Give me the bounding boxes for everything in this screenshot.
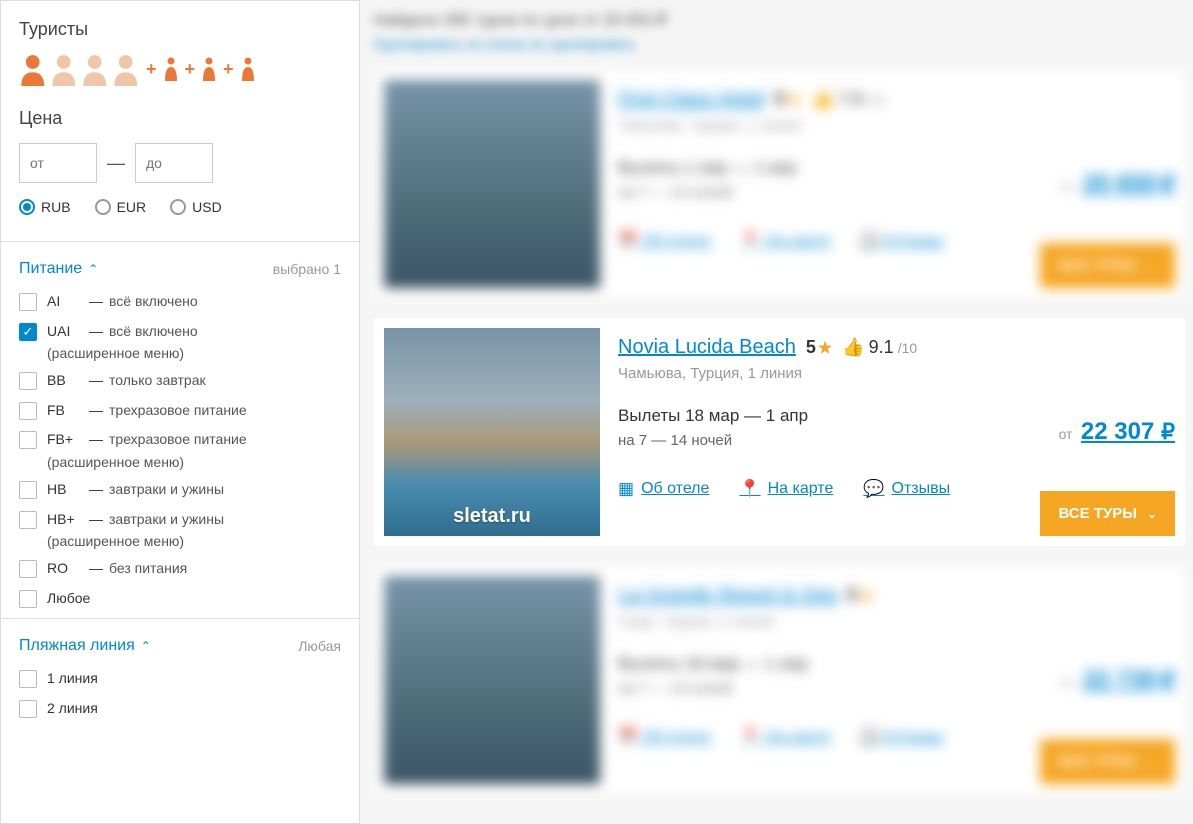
checkbox[interactable] — [19, 700, 37, 718]
price-range: — — [19, 143, 341, 183]
dash: — — [107, 153, 125, 174]
results-grouping: Группировать по отелю по группировать — [374, 36, 1185, 52]
chevron-down-icon: ⌄ — [1147, 507, 1157, 521]
checkbox[interactable] — [19, 293, 37, 311]
hotel-card-blurred: La Grande Resort & Spa5★ Сиде, Турция, 2… — [374, 566, 1185, 794]
meal-option[interactable]: BB—только завтрак — [19, 371, 341, 391]
beach-option[interactable]: 2 линия — [19, 699, 341, 719]
checkbox[interactable] — [19, 481, 37, 499]
hotel-card: sletat.ru Novia Lucida Beach 5★ 👍9.1/10 … — [374, 318, 1185, 546]
hotel-card-blurred: First Class Hotel5★👍7.8/10 Чамьюва, Турц… — [374, 70, 1185, 298]
watermark: sletat.ru — [384, 505, 600, 528]
adult-icon[interactable] — [19, 54, 47, 86]
child-icon[interactable] — [201, 57, 217, 86]
checkbox[interactable] — [19, 511, 37, 529]
checkbox[interactable] — [19, 560, 37, 578]
beach-selected: Любая — [298, 638, 341, 654]
plus-icon: + — [146, 59, 157, 80]
hotel-rating: 👍9.1/10 — [842, 337, 917, 358]
currency-usd[interactable]: USD — [170, 199, 222, 215]
price-from-input[interactable] — [19, 143, 97, 183]
meal-selected-count: выбрано 1 — [273, 261, 341, 277]
meal-option[interactable]: FB—трехразовое питание — [19, 401, 341, 421]
price-to-input[interactable] — [135, 143, 213, 183]
hotel-name-link[interactable]: Novia Lucida Beach — [618, 336, 796, 359]
tourists-title: Туристы — [19, 19, 341, 40]
meal-option[interactable]: RO—без питания — [19, 559, 341, 579]
currency-rub[interactable]: RUB — [19, 199, 71, 215]
chevron-up-icon: ⌃ — [88, 262, 98, 276]
hotel-image[interactable]: sletat.ru — [384, 328, 600, 536]
reviews-link[interactable]: 💬Отзывы — [863, 479, 950, 499]
all-tours-button[interactable]: ВСЕ ТУРЫ⌄ — [1040, 491, 1175, 536]
star-icon: ★ — [818, 338, 832, 358]
hotel-stars: 5★ — [806, 337, 832, 358]
tourists-selector[interactable]: + + + — [19, 54, 341, 86]
calendar-icon: ▦ — [618, 479, 634, 499]
price-title: Цена — [19, 108, 341, 129]
filter-sidebar: Туристы + + + Цена — RUB EUR USD Питание… — [0, 0, 360, 824]
child-icon[interactable] — [240, 57, 256, 86]
checkbox[interactable] — [19, 670, 37, 688]
child-icon[interactable] — [163, 57, 179, 86]
on-map-link[interactable]: 📍На карте — [739, 479, 833, 499]
checkbox[interactable] — [19, 431, 37, 449]
thumb-icon: 👍 — [842, 337, 864, 358]
adult-icon[interactable] — [50, 54, 78, 86]
pin-icon: 📍 — [739, 479, 760, 499]
meal-option[interactable]: AI—всё включено — [19, 292, 341, 312]
checkbox[interactable]: ✓ — [19, 323, 37, 341]
results-area: Найдено 385 туров по цене от 20 650 ₽ Гр… — [360, 0, 1193, 824]
meal-option[interactable]: FB+—трехразовое питание — [19, 430, 341, 450]
price-link[interactable]: 22 307 ₽ — [1081, 418, 1175, 445]
beach-option[interactable]: 1 линия — [19, 669, 341, 689]
plus-icon: + — [223, 59, 234, 80]
checkbox[interactable] — [19, 590, 37, 608]
currency-eur[interactable]: EUR — [95, 199, 147, 215]
adult-icon[interactable] — [81, 54, 109, 86]
plus-icon: + — [185, 59, 196, 80]
results-count: Найдено 385 туров по цене от 20 650 ₽ — [374, 10, 1185, 30]
price-block: от 22 307 ₽ — [1059, 418, 1175, 446]
meal-option[interactable]: HB—завтраки и ужины — [19, 480, 341, 500]
about-hotel-link[interactable]: ▦Об отеле — [618, 479, 709, 499]
checkbox[interactable] — [19, 402, 37, 420]
checkbox[interactable] — [19, 372, 37, 390]
comment-icon: 💬 — [863, 479, 884, 499]
meal-option[interactable]: HB+—завтраки и ужины — [19, 510, 341, 530]
chevron-up-icon: ⌃ — [141, 639, 151, 653]
currency-selector: RUB EUR USD — [19, 199, 341, 215]
meal-filter-header[interactable]: Питание ⌃ выбрано 1 — [19, 260, 341, 278]
beach-filter-header[interactable]: Пляжная линия ⌃ Любая — [19, 637, 341, 655]
hotel-location: Чамьюва, Турция, 1 линия — [618, 365, 1175, 382]
adult-icon[interactable] — [112, 54, 140, 86]
meal-option[interactable]: ✓UAI—всё включено — [19, 322, 341, 342]
meal-option[interactable]: Любое — [19, 589, 341, 609]
